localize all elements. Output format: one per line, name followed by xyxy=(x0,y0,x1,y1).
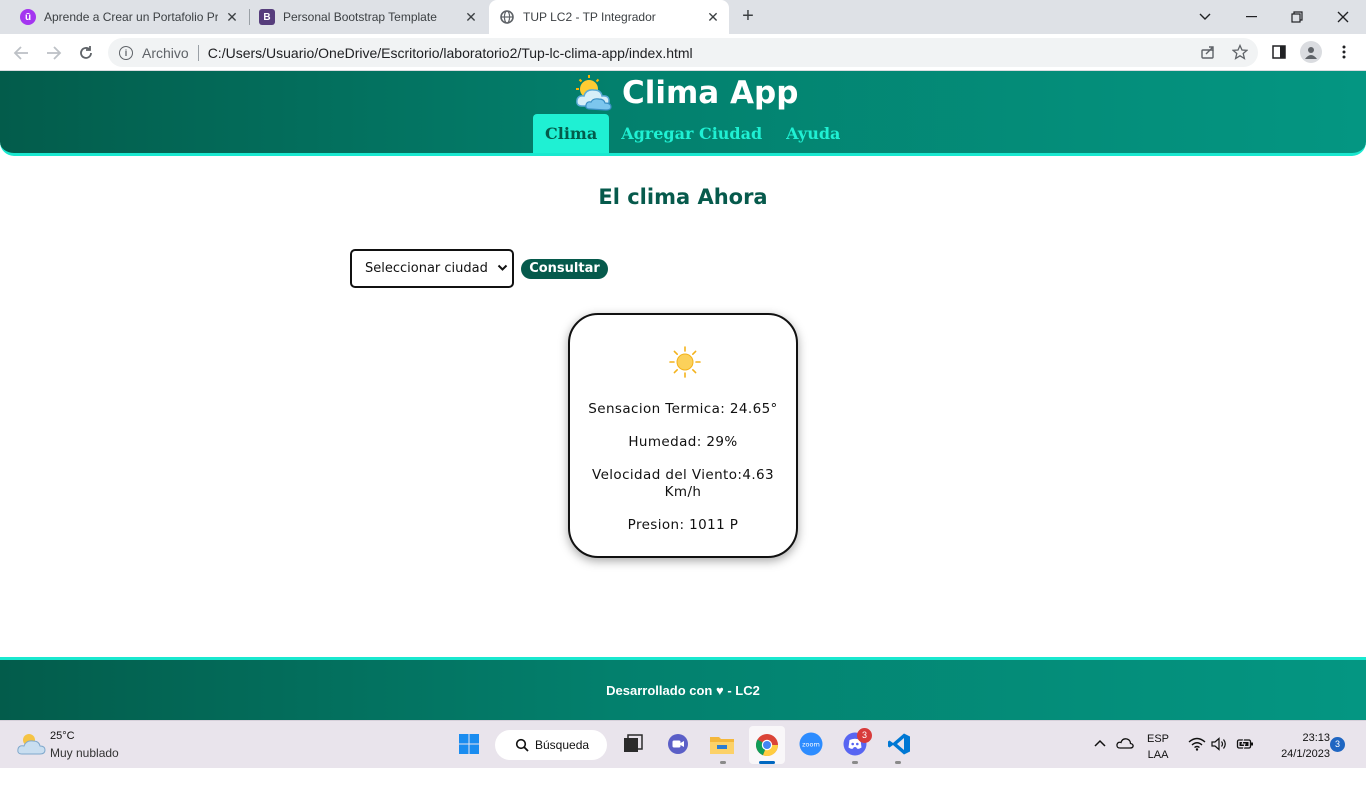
footer-text-after: - LC2 xyxy=(727,683,760,698)
wind-speed-unit: Km/h xyxy=(664,484,702,500)
heart-icon: ♥ xyxy=(715,683,724,698)
new-tab-button[interactable]: + xyxy=(738,6,758,27)
close-icon[interactable]: ✕ xyxy=(705,9,721,25)
wind-speed-text: Velocidad del Viento:4.63 xyxy=(591,467,774,483)
tab-title: TUP LC2 - TP Integrador xyxy=(523,10,656,24)
reload-icon[interactable] xyxy=(75,42,97,64)
active-indicator xyxy=(759,761,775,764)
bootstrap-icon: B xyxy=(259,9,275,25)
city-select[interactable]: Seleccionar ciudad xyxy=(350,249,514,288)
restore-button[interactable] xyxy=(1274,0,1320,34)
weather-card: Sensacion Termica: 24.65° Humedad: 29% V… xyxy=(568,313,798,558)
tab-title: Personal Bootstrap Template xyxy=(283,10,437,24)
weather-temp: 25°C xyxy=(50,730,75,742)
browser-tab-portfolio[interactable]: ū Aprende a Crear un Portafolio Pr ✕ xyxy=(12,0,248,34)
file-explorer-icon[interactable] xyxy=(709,731,735,757)
window-close-button[interactable] xyxy=(1320,0,1366,34)
clock[interactable]: 23:13 24/1/2023 xyxy=(1262,730,1330,778)
task-view-icon[interactable] xyxy=(620,731,646,757)
back-arrow-icon[interactable] xyxy=(10,42,32,64)
clock-time: 23:13 xyxy=(1302,732,1330,744)
bookmark-star-icon[interactable] xyxy=(1231,43,1249,61)
globe-icon xyxy=(499,9,515,25)
chrome-icon[interactable] xyxy=(749,726,785,764)
chevron-up-icon[interactable] xyxy=(1093,736,1107,784)
tab-title: Aprende a Crear un Portafolio Pr xyxy=(44,10,218,24)
discord-badge: 3 xyxy=(857,728,872,743)
pressure-text: Presion: 1011 P xyxy=(627,517,739,533)
clock-date: 24/1/2023 xyxy=(1281,748,1330,760)
tab-search-chevron-icon[interactable] xyxy=(1182,0,1228,34)
windows-start-icon[interactable] xyxy=(456,731,482,757)
info-icon[interactable]: i xyxy=(119,45,133,60)
nav-item-clima[interactable]: Clima xyxy=(533,114,610,153)
search-icon xyxy=(515,738,529,752)
minimize-button[interactable] xyxy=(1228,0,1274,34)
sun-icon xyxy=(668,345,702,379)
app-footer: Desarrollado con ♥ - LC2 xyxy=(0,657,1366,720)
vscode-icon[interactable] xyxy=(886,731,912,757)
consultar-button[interactable]: Consultar xyxy=(521,259,608,279)
language-code: ESP xyxy=(1147,733,1170,745)
footer-text-before: Desarrollado con xyxy=(606,683,713,698)
menu-dots-icon[interactable] xyxy=(1335,43,1353,61)
browser-tab-bootstrap[interactable]: B Personal Bootstrap Template ✕ xyxy=(251,0,487,34)
close-icon[interactable]: ✕ xyxy=(224,9,240,25)
nav-item-ayuda[interactable]: Ayuda xyxy=(774,114,852,153)
battery-icon[interactable] xyxy=(1236,737,1254,785)
close-icon[interactable]: ✕ xyxy=(463,9,479,25)
browser-tab-active[interactable]: TUP LC2 - TP Integrador ✕ xyxy=(489,0,729,34)
address-bar[interactable]: i Archivo C:/Users/Usuario/OneDrive/Escr… xyxy=(108,38,1258,67)
city-select-value: Seleccionar ciudad xyxy=(365,261,488,276)
feels-like-text: Sensacion Termica: 24.65° xyxy=(588,401,778,417)
page-heading: El clima Ahora xyxy=(598,185,768,209)
keyboard-layout: LAA xyxy=(1147,749,1169,761)
running-indicator xyxy=(720,761,726,764)
meet-chat-icon[interactable] xyxy=(665,731,691,757)
browser-toolbar: i Archivo C:/Users/Usuario/OneDrive/Escr… xyxy=(0,34,1366,71)
nav-item-agregar-ciudad[interactable]: Agregar Ciudad xyxy=(609,114,774,153)
side-panel-icon[interactable] xyxy=(1270,43,1288,61)
taskbar: 25°C Muy nublado Búsqueda zoom 3 ESP LAA… xyxy=(0,720,1366,768)
footer-credit: Desarrollado con ♥ - LC2 xyxy=(0,683,1366,698)
notification-badge[interactable]: 3 xyxy=(1330,737,1345,752)
keyboard-language[interactable]: ESP LAA xyxy=(1147,731,1169,779)
forward-arrow-icon[interactable] xyxy=(43,42,65,64)
weather-desc: Muy nublado xyxy=(50,746,119,760)
onedrive-icon[interactable] xyxy=(1116,736,1134,784)
address-divider xyxy=(197,44,199,61)
svg-text:zoom: zoom xyxy=(802,741,820,749)
running-indicator xyxy=(852,761,858,764)
sun-behind-cloud-icon xyxy=(572,74,614,112)
address-scheme-label: Archivo xyxy=(142,44,189,61)
taskbar-search[interactable]: Búsqueda xyxy=(495,730,607,760)
main-nav: Clima Agregar Ciudad Ayuda xyxy=(533,114,852,153)
search-label: Búsqueda xyxy=(535,738,590,752)
app-title: Clima App xyxy=(622,75,799,111)
cloudy-weather-icon[interactable] xyxy=(16,731,46,757)
app-header: Clima App Clima Agregar Ciudad Ayuda xyxy=(0,71,1366,156)
volume-icon[interactable] xyxy=(1211,737,1229,785)
web-page: Clima App Clima Agregar Ciudad Ayuda El … xyxy=(0,71,1366,720)
tab-divider xyxy=(249,9,250,25)
udemy-icon: ū xyxy=(20,9,36,25)
running-indicator xyxy=(895,761,901,764)
profile-avatar[interactable] xyxy=(1300,41,1322,63)
chevron-down-icon xyxy=(497,262,508,273)
brand: Clima App xyxy=(572,73,798,113)
address-url[interactable]: C:/Users/Usuario/OneDrive/Escritorio/lab… xyxy=(208,45,693,61)
browser-tab-strip: ū Aprende a Crear un Portafolio Pr ✕ B P… xyxy=(0,0,1366,34)
zoom-icon[interactable]: zoom xyxy=(798,731,824,757)
share-icon[interactable] xyxy=(1199,43,1217,61)
humidity-text: Humedad: 29% xyxy=(628,434,738,450)
wifi-icon[interactable] xyxy=(1188,737,1206,785)
